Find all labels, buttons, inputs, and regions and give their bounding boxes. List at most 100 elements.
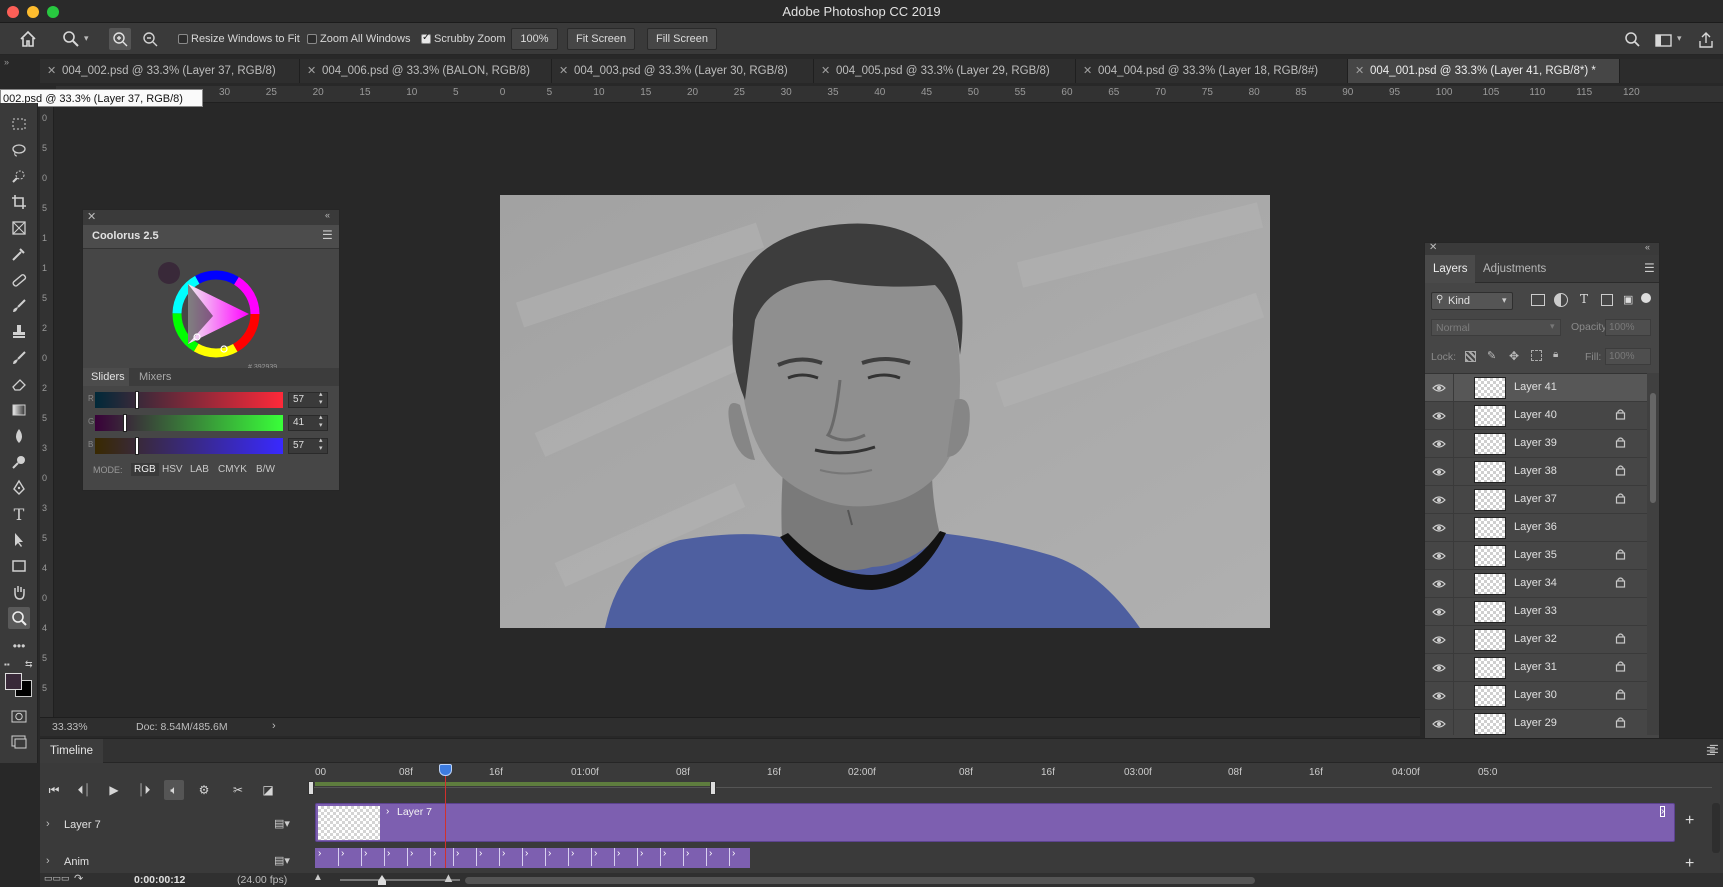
blur-tool-icon[interactable] [8, 425, 30, 447]
frames-toggle-icon[interactable]: ▭▭▭ [44, 873, 70, 884]
layer-row[interactable]: Layer 32 [1425, 626, 1647, 654]
mode-cmyk[interactable]: CMYK [215, 463, 250, 476]
work-area-start-handle[interactable] [308, 781, 314, 795]
layer-row[interactable]: Layer 36 [1425, 514, 1647, 542]
document-tab[interactable]: ✕ 004_003.psd @ 33.3% (Layer 30, RGB/8) [552, 59, 814, 83]
home-icon[interactable] [17, 28, 39, 50]
layer-row[interactable]: Layer 33 [1425, 598, 1647, 626]
layer-thumbnail[interactable] [1474, 601, 1506, 623]
layer-thumbnail[interactable] [1474, 405, 1506, 427]
anim-clips[interactable]: › › › › › › › › › › › › › › › › › › › [315, 848, 750, 868]
close-tab-icon[interactable]: ✕ [821, 59, 830, 83]
zoom-tool-icon[interactable] [8, 607, 30, 629]
track-menu-icon[interactable]: ▤▾ [274, 817, 290, 830]
channel-slider-track[interactable] [95, 437, 283, 455]
fill-screen-button[interactable]: Fill Screen [647, 28, 717, 50]
lock-artboard-icon[interactable] [1531, 350, 1542, 361]
screen-mode-icon[interactable] [8, 731, 30, 753]
dodge-tool-icon[interactable] [8, 451, 30, 473]
type-filter-icon[interactable]: T [1580, 292, 1588, 306]
fill-field[interactable]: 100% [1605, 348, 1651, 365]
clone-stamp-tool-icon[interactable] [8, 321, 30, 343]
anim-keyframe-clip[interactable]: › [361, 848, 385, 866]
close-tab-icon[interactable]: ✕ [1083, 59, 1092, 83]
close-panel-icon[interactable]: ✕ [1429, 242, 1437, 253]
layer-thumbnail[interactable] [1474, 461, 1506, 483]
path-selection-tool-icon[interactable] [8, 529, 30, 551]
marquee-tool-icon[interactable] [8, 113, 30, 135]
lock-all-icon[interactable]: 🔒︎ [1553, 349, 1558, 360]
layer-row[interactable]: Layer 35 [1425, 542, 1647, 570]
layer-thumbnail[interactable] [1474, 489, 1506, 511]
fit-screen-button[interactable]: Fit Screen [567, 28, 636, 50]
gradient-tool-icon[interactable] [8, 399, 30, 421]
anim-keyframe-clip[interactable]: › [453, 848, 477, 866]
zoom-out-mountain-icon[interactable]: ▲ [313, 872, 323, 883]
expand-track-chevron-icon[interactable]: › [46, 855, 50, 867]
visibility-eye-icon[interactable] [1432, 493, 1446, 507]
layer-thumbnail[interactable] [1474, 685, 1506, 707]
zoom-tool-preset-icon[interactable] [60, 28, 82, 50]
layer-thumbnail[interactable] [1474, 713, 1506, 735]
clip-end-chevron-icon[interactable]: › [1660, 806, 1666, 817]
opacity-field[interactable]: 100% [1605, 319, 1651, 336]
chevron-down-icon[interactable]: ▾ [84, 33, 89, 44]
quick-selection-tool-icon[interactable] [8, 165, 30, 187]
channel-slider-track[interactable] [95, 391, 283, 409]
lock-transparent-icon[interactable] [1465, 351, 1476, 362]
mode-hsv[interactable]: HSV [159, 463, 186, 476]
mode-bw[interactable]: B/W [253, 463, 278, 476]
visibility-eye-icon[interactable] [1432, 689, 1446, 703]
anim-keyframe-clip[interactable]: › [476, 848, 500, 866]
document-tab[interactable]: ✕ 004_001.psd @ 33.3% (Layer 41, RGB/8*) … [1348, 59, 1620, 83]
swap-colors-icon[interactable]: ⇆ [25, 659, 33, 670]
anim-keyframe-clip[interactable]: › [499, 848, 523, 866]
layer-row[interactable]: Layer 38 [1425, 458, 1647, 486]
zoom-percent-field[interactable]: 100% [511, 28, 558, 50]
workspace-chevron-icon[interactable]: ▾ [1677, 33, 1682, 44]
layer-row[interactable]: Layer 40 [1425, 402, 1647, 430]
playback-settings-icon[interactable]: ⚙ [194, 780, 214, 800]
channel-slider-thumb[interactable] [123, 414, 127, 432]
zoom-level[interactable]: 33.33% [52, 721, 88, 733]
document-tab[interactable]: ✕ 004_005.psd @ 33.3% (Layer 29, RGB/8) [814, 59, 1076, 83]
layer-row[interactable]: Layer 29 [1425, 710, 1647, 735]
document-tab[interactable]: ✕ 004_002.psd @ 33.3% (Layer 37, RGB/8) [40, 59, 300, 83]
hand-tool-icon[interactable] [8, 581, 30, 603]
document-tab[interactable]: ✕ 004_006.psd @ 33.3% (BALON, RGB/8) [300, 59, 552, 83]
zoom-in-icon[interactable] [109, 28, 131, 50]
resize-windows-checkbox[interactable] [178, 34, 188, 44]
smart-object-filter-icon[interactable]: ▣ [1623, 293, 1633, 306]
transition-icon[interactable]: ◪ [258, 780, 278, 800]
lasso-tool-icon[interactable] [8, 139, 30, 161]
add-media-plus-icon[interactable]: + [1685, 812, 1694, 830]
filter-kind-select[interactable]: ⚲ Kind ▾ [1431, 292, 1513, 310]
default-colors-icon[interactable]: ▪▪ [4, 660, 10, 669]
channel-slider-thumb[interactable] [135, 437, 139, 455]
channel-slider-thumb[interactable] [135, 391, 139, 409]
visibility-eye-icon[interactable] [1432, 577, 1446, 591]
anim-keyframe-clip[interactable]: › [338, 848, 362, 866]
zoom-all-windows-checkbox[interactable] [307, 34, 317, 44]
layer-row[interactable]: Layer 41 [1425, 374, 1647, 402]
panel-menu-icon[interactable]: ☰ [322, 228, 333, 242]
pen-tool-icon[interactable] [8, 477, 30, 499]
document-canvas[interactable] [500, 195, 1270, 628]
previous-frame-icon[interactable]: ⏴⏐ [74, 780, 94, 800]
tab-adjustments[interactable]: Adjustments [1483, 263, 1546, 275]
timeline-hscroll[interactable] [465, 877, 1255, 884]
scrollbar-thumb[interactable] [1650, 393, 1656, 503]
visibility-eye-icon[interactable] [1432, 381, 1446, 395]
layer-thumbnail[interactable] [1474, 657, 1506, 679]
collapse-panel-icon[interactable]: « [1645, 242, 1650, 252]
tab-sliders[interactable]: Sliders [83, 368, 129, 386]
visibility-eye-icon[interactable] [1432, 465, 1446, 479]
document-tab[interactable]: ✕ 004_004.psd @ 33.3% (Layer 18, RGB/8#) [1076, 59, 1348, 83]
tab-mixers[interactable]: Mixers [139, 371, 171, 383]
zoom-out-icon[interactable] [139, 28, 161, 50]
work-area-bar[interactable] [315, 782, 710, 786]
anim-keyframe-clip[interactable]: › [522, 848, 546, 866]
close-tab-icon[interactable]: ✕ [307, 59, 316, 83]
mode-lab[interactable]: LAB [187, 463, 212, 476]
expand-track-chevron-icon[interactable]: › [46, 818, 50, 830]
